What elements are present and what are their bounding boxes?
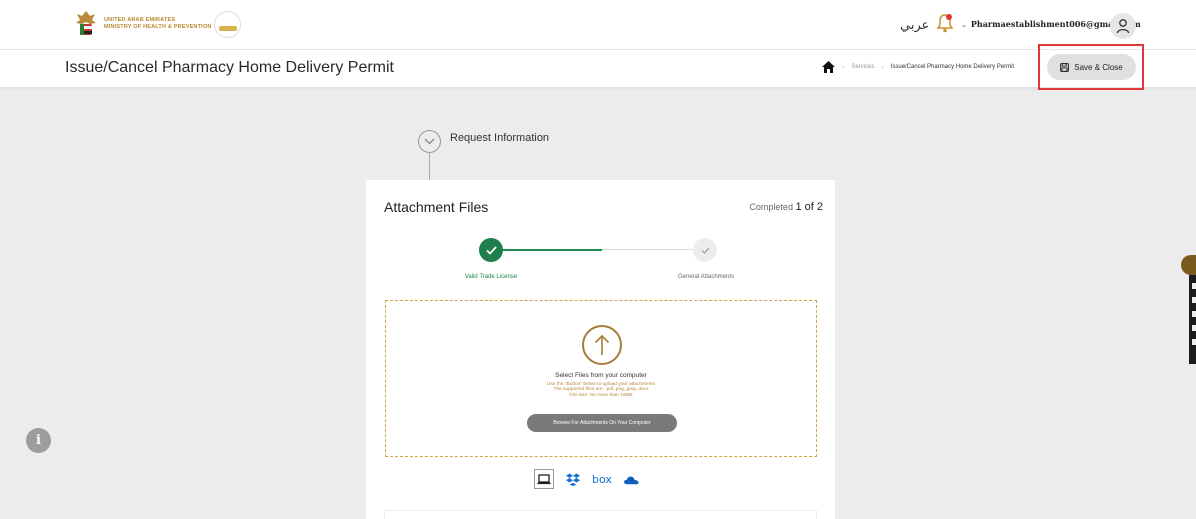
home-icon[interactable] — [822, 61, 835, 73]
save-close-button[interactable]: Save & Close — [1047, 54, 1136, 80]
next-panel — [384, 510, 817, 519]
breadcrumb-services[interactable]: Services — [851, 64, 874, 70]
toolbar-item-icon[interactable] — [1192, 339, 1196, 345]
page-title: Issue/Cancel Pharmacy Home Delivery Perm… — [65, 59, 394, 76]
completion-counter: Completed 1 of 2 — [749, 201, 823, 213]
breadcrumb-separator-icon: › — [881, 63, 884, 71]
uae-emblem-icon — [76, 11, 96, 35]
completed-prefix: Completed — [749, 202, 793, 212]
checkmark-icon — [485, 245, 497, 255]
star-rating-badge-icon — [214, 11, 241, 38]
toolbar-item-icon[interactable] — [1192, 325, 1196, 331]
stage-pending-line — [602, 249, 698, 250]
top-bar: UNITED ARAB EMIRATES MINISTRY OF HEALTH … — [0, 0, 1196, 50]
attachment-card: Attachment Files Completed 1 of 2 Valid … — [366, 180, 835, 519]
language-toggle[interactable]: عربي — [900, 17, 929, 33]
stage-progress-line — [502, 249, 602, 251]
ministry-name: UNITED ARAB EMIRATES MINISTRY OF HEALTH … — [104, 17, 212, 31]
dropbox-icon[interactable] — [565, 471, 581, 487]
laptop-icon[interactable] — [534, 469, 554, 489]
toolbar-item-icon[interactable] — [1192, 297, 1196, 303]
chevron-down-icon: ⌄ — [961, 19, 967, 29]
toolbar-item-icon[interactable] — [1192, 311, 1196, 317]
page-header: Issue/Cancel Pharmacy Home Delivery Perm… — [0, 50, 1196, 87]
breadcrumb-current: Issue/Cancel Pharmacy Home Delivery Perm… — [890, 64, 1015, 70]
stage-label-valid-trade-license: Valid Trade License — [464, 274, 518, 280]
upload-sources: box — [534, 469, 639, 489]
stage-general-attachments[interactable] — [693, 238, 717, 262]
user-icon — [1116, 19, 1130, 34]
card-title: Attachment Files — [384, 199, 489, 215]
step-collapse-toggle[interactable] — [418, 130, 441, 153]
info-icon[interactable]: i — [26, 428, 51, 453]
step-title: Request Information — [450, 132, 550, 144]
dropzone-size-note: File size: No more than 10MB — [569, 393, 633, 398]
checkmark-icon — [701, 247, 710, 254]
box-icon[interactable]: box — [592, 473, 612, 486]
stage-valid-trade-license[interactable] — [479, 238, 503, 262]
ministry-line-1: UNITED ARAB EMIRATES — [104, 17, 176, 23]
onedrive-icon[interactable] — [623, 471, 639, 487]
toolbar-item-icon[interactable] — [1192, 283, 1196, 289]
stage-label-general-attachments: General Attachments — [677, 274, 735, 280]
chevron-down-icon — [424, 138, 435, 145]
breadcrumb: › Services › Issue/Cancel Pharmacy Home … — [822, 61, 1014, 73]
ministry-line-2: MINISTRY OF HEALTH & PREVENTION — [104, 24, 212, 30]
notification-bell-icon[interactable] — [936, 13, 954, 33]
dropzone-help-line-2: The supported files are: .pdf,.png,.jpeg… — [553, 387, 649, 393]
avatar[interactable] — [1110, 13, 1136, 39]
browse-attachments-button[interactable]: Browse For Attachments On Your Computer — [527, 414, 677, 432]
file-dropzone[interactable]: Select Files from your computer Use the … — [385, 300, 817, 457]
save-icon — [1060, 62, 1070, 72]
save-close-label: Save & Close — [1074, 62, 1123, 72]
completed-value: 1 of 2 — [795, 201, 823, 213]
dropzone-title: Select Files from your computer — [555, 372, 647, 379]
upload-arrow-icon — [582, 325, 622, 365]
side-toolbar[interactable] — [1189, 275, 1196, 364]
step-connector — [429, 153, 430, 180]
accessibility-handle-icon[interactable] — [1181, 255, 1196, 275]
breadcrumb-separator-icon: › — [842, 63, 845, 71]
ministry-logo[interactable]: UNITED ARAB EMIRATES MINISTRY OF HEALTH … — [74, 9, 212, 39]
dropzone-help: Use the "Button" below to upload your at… — [386, 382, 816, 393]
